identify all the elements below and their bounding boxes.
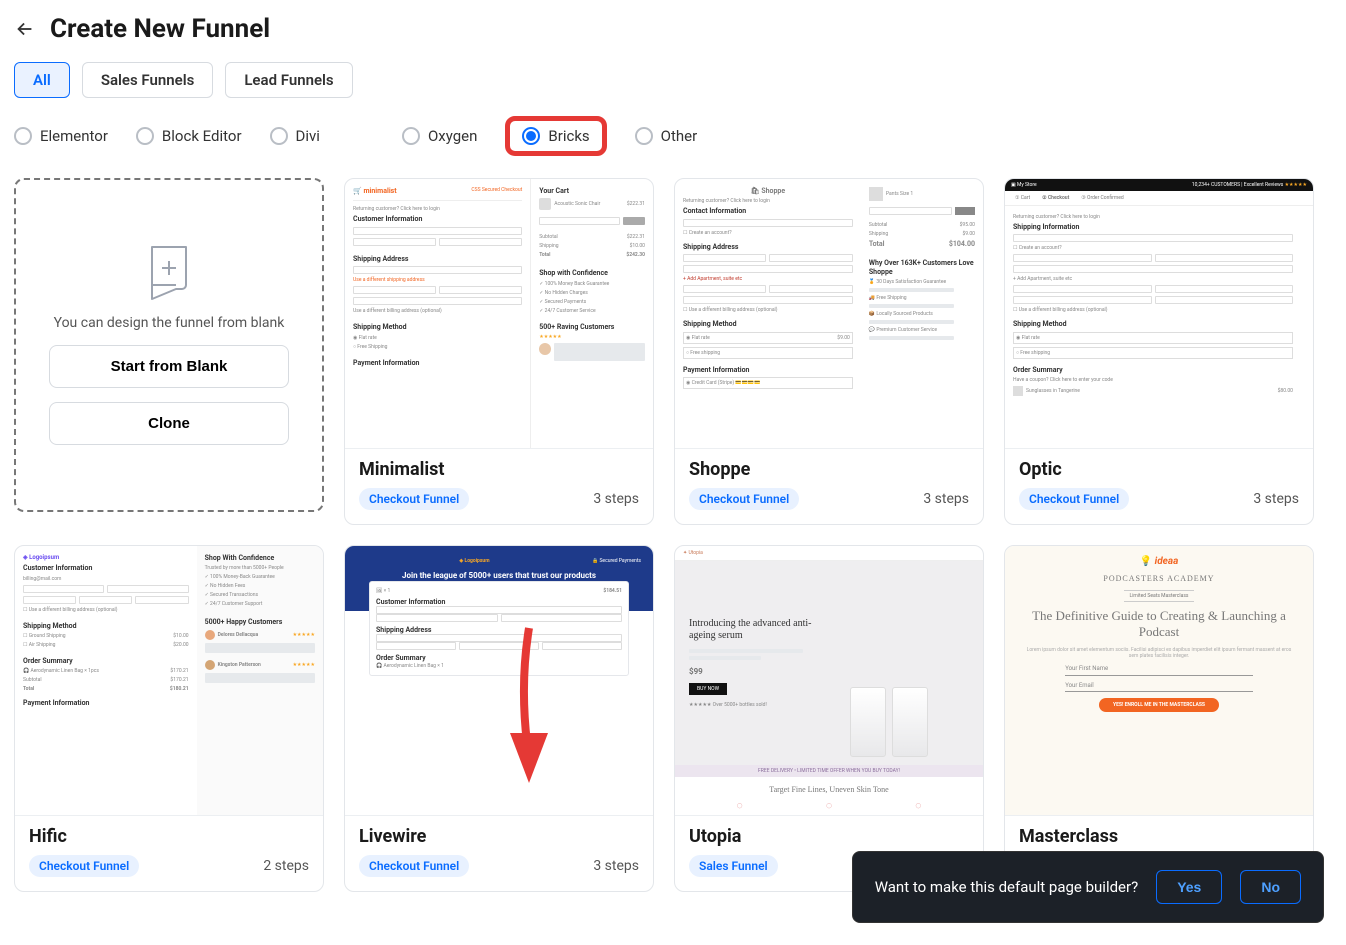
- template-name: Minimalist: [359, 459, 639, 480]
- filter-sales-funnels[interactable]: Sales Funnels: [82, 62, 214, 98]
- template-steps: 3 steps: [923, 491, 969, 507]
- builder-block-editor[interactable]: Block Editor: [136, 127, 242, 145]
- clone-button[interactable]: Clone: [49, 402, 289, 445]
- template-grid: You can design the funnel from blank Sta…: [14, 178, 1332, 892]
- template-type-badge: Checkout Funnel: [359, 488, 469, 510]
- template-name: Hific: [29, 826, 309, 847]
- template-card-shoppe[interactable]: 🛍 Shoppe Returning customer? Click here …: [674, 178, 984, 525]
- template-type-badge: Sales Funnel: [689, 855, 778, 877]
- template-card-masterclass[interactable]: 💡 ideaa PODCASTERS ACADEMY Limited Seats…: [1004, 545, 1314, 892]
- page-builder-selector: Elementor Block Editor Divi Oxygen Brick…: [14, 116, 1332, 156]
- toast-yes-button[interactable]: Yes: [1156, 870, 1222, 904]
- template-card-optic[interactable]: ▣ My Store10,234+ CUSTOMERS | Excellent …: [1004, 178, 1314, 525]
- template-thumbnail: ▣ My Store10,234+ CUSTOMERS | Excellent …: [1005, 179, 1313, 449]
- template-name: Masterclass: [1019, 826, 1299, 847]
- start-from-blank-button[interactable]: Start from Blank: [49, 345, 289, 388]
- template-type-badge: Checkout Funnel: [29, 855, 139, 877]
- template-steps: 3 steps: [593, 491, 639, 507]
- filter-all[interactable]: All: [14, 62, 70, 98]
- template-name: Livewire: [359, 826, 639, 847]
- blank-description: You can design the funnel from blank: [54, 315, 285, 331]
- template-type-badge: Checkout Funnel: [1019, 488, 1129, 510]
- template-thumbnail: 💡 ideaa PODCASTERS ACADEMY Limited Seats…: [1005, 546, 1313, 816]
- template-name: Utopia: [689, 826, 969, 847]
- template-card-minimalist[interactable]: 🛒 minimalistCSS Secured Checkout Returni…: [344, 178, 654, 525]
- template-type-badge: Checkout Funnel: [689, 488, 799, 510]
- template-card-utopia[interactable]: ✦ Utopia Introducing the advanced anti-a…: [674, 545, 984, 892]
- filter-lead-funnels[interactable]: Lead Funnels: [225, 62, 352, 98]
- template-steps: 2 steps: [263, 858, 309, 874]
- template-name: Shoppe: [689, 459, 969, 480]
- template-steps: 3 steps: [593, 858, 639, 874]
- template-thumbnail: ✦ Utopia Introducing the advanced anti-a…: [675, 546, 983, 816]
- template-steps: 3 steps: [1253, 491, 1299, 507]
- template-thumbnail: ◈ Logoipsum Customer Information billing…: [15, 546, 323, 816]
- page-title: Create New Funnel: [50, 14, 270, 44]
- builder-bricks[interactable]: Bricks: [522, 127, 589, 145]
- template-thumbnail: 🛒 minimalistCSS Secured Checkout Returni…: [345, 179, 653, 449]
- builder-bricks-highlight: Bricks: [505, 116, 606, 156]
- default-builder-toast: Want to make this default page builder? …: [852, 851, 1324, 923]
- back-arrow-icon[interactable]: [14, 18, 36, 40]
- template-thumbnail: 🛍 Shoppe Returning customer? Click here …: [675, 179, 983, 449]
- builder-other[interactable]: Other: [635, 127, 698, 145]
- toast-no-button[interactable]: No: [1240, 870, 1301, 904]
- template-card-hific[interactable]: ◈ Logoipsum Customer Information billing…: [14, 545, 324, 892]
- toast-text: Want to make this default page builder?: [875, 878, 1138, 896]
- builder-elementor[interactable]: Elementor: [14, 127, 108, 145]
- template-thumbnail: ◈ Logoipsum🔒 Secured Payments Join the l…: [345, 546, 653, 816]
- template-card-livewire[interactable]: ◈ Logoipsum🔒 Secured Payments Join the l…: [344, 545, 654, 892]
- template-type-badge: Checkout Funnel: [359, 855, 469, 877]
- template-name: Optic: [1019, 459, 1299, 480]
- builder-oxygen[interactable]: Oxygen: [402, 127, 477, 145]
- builder-divi[interactable]: Divi: [270, 127, 320, 145]
- funnel-type-filters: All Sales Funnels Lead Funnels: [14, 62, 1332, 98]
- template-blank-card: You can design the funnel from blank Sta…: [14, 178, 324, 512]
- blank-page-plus-icon: [142, 245, 196, 301]
